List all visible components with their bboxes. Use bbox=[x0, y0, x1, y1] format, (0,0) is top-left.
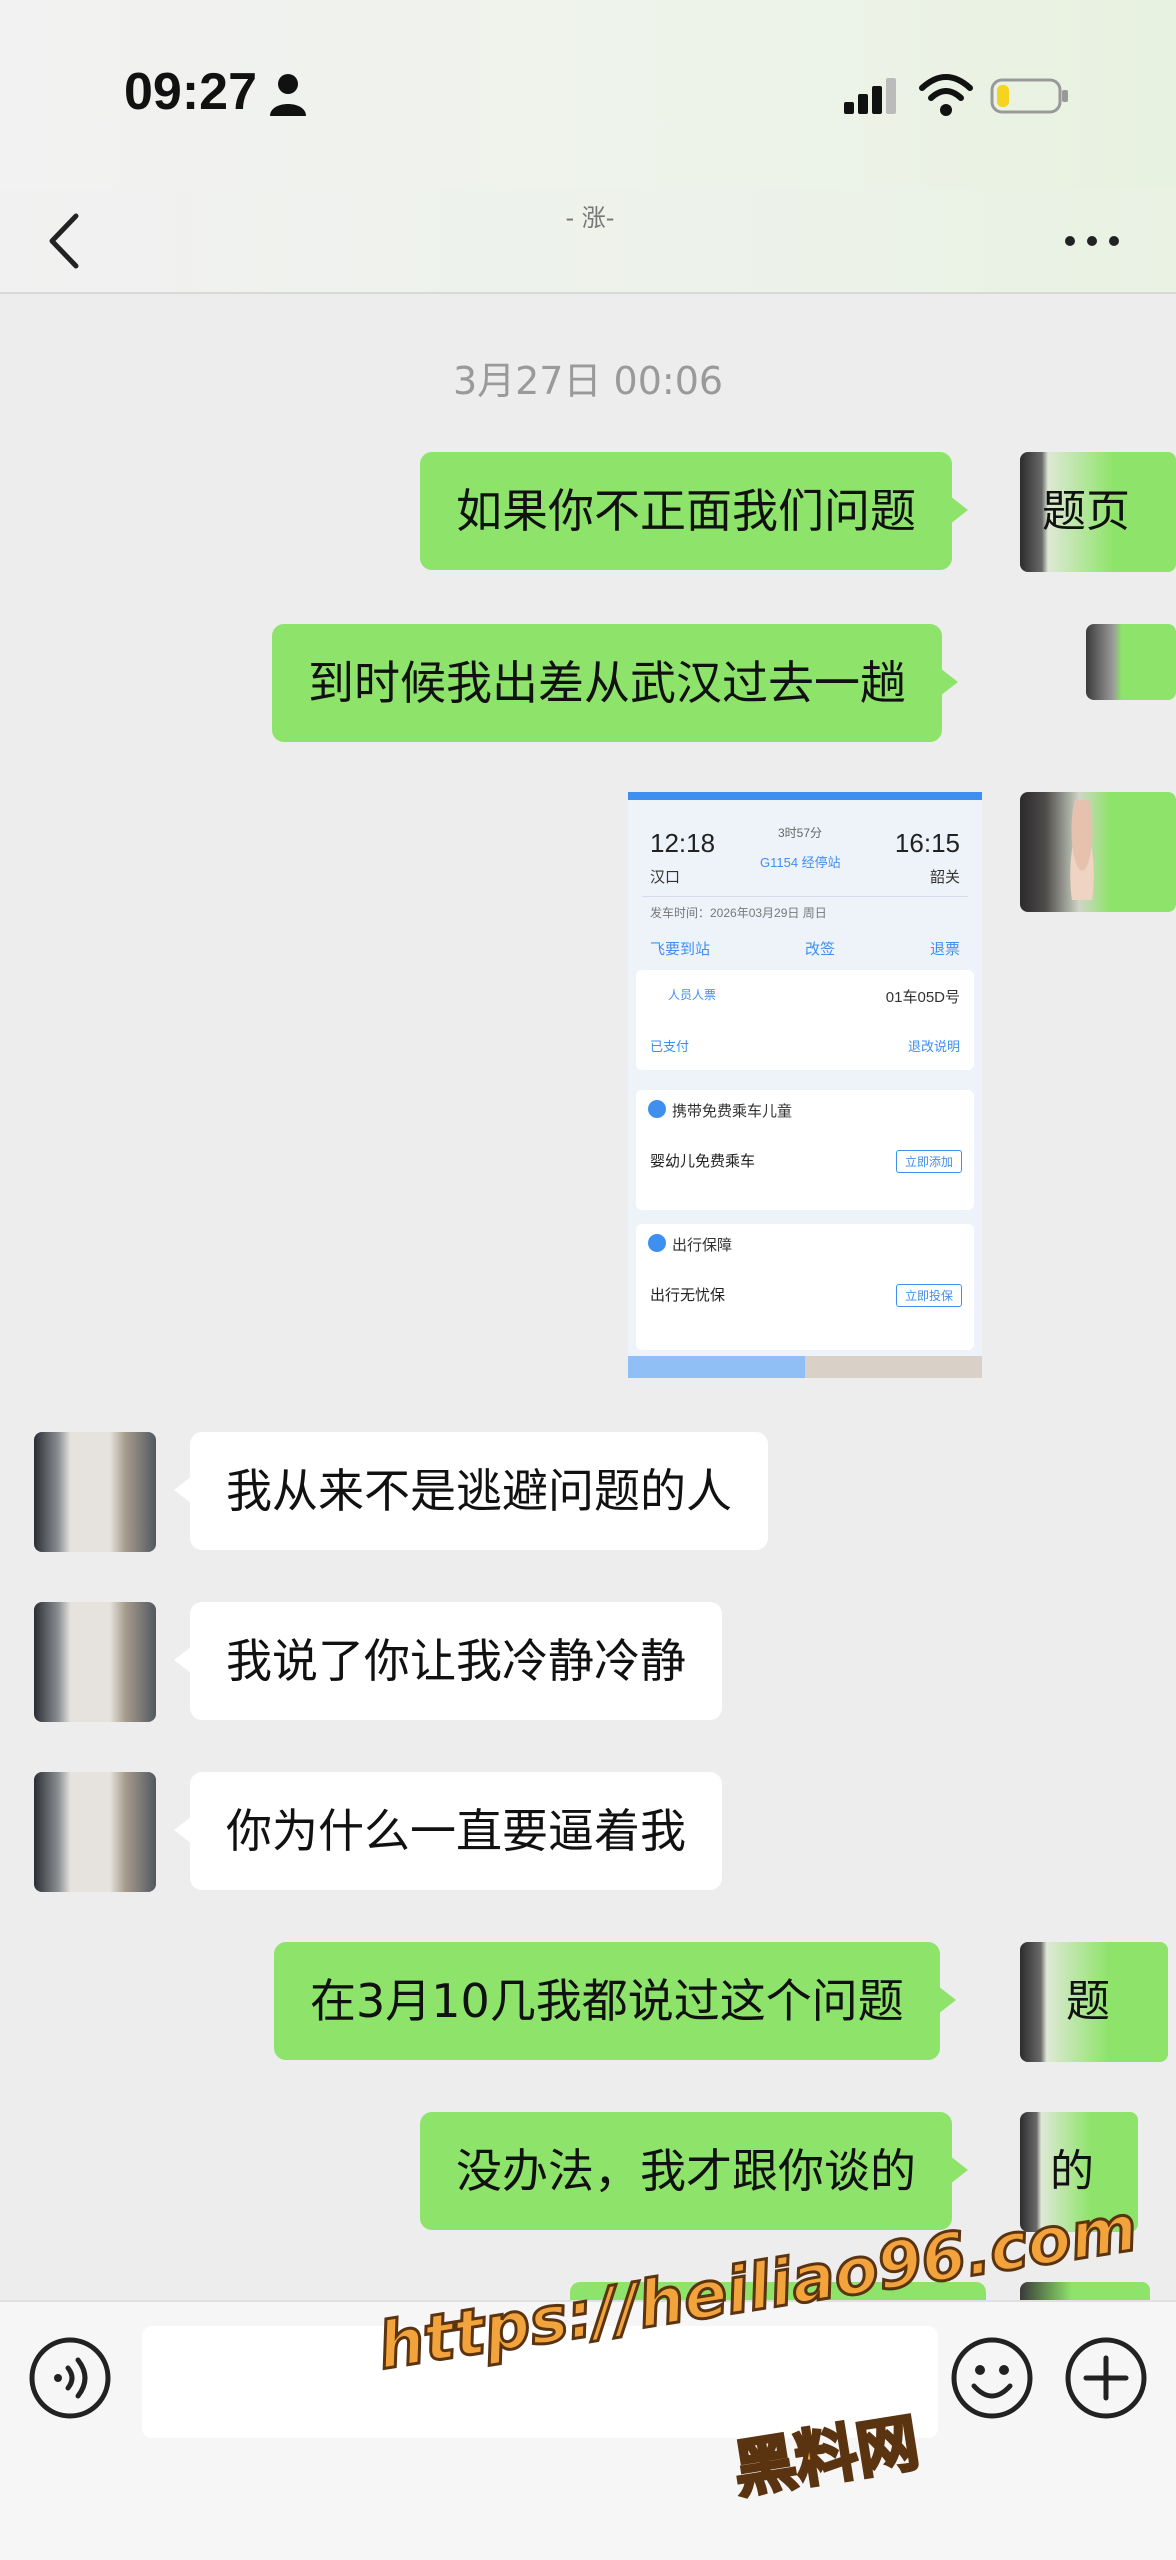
message-timestamp: 3月27日 00:06 bbox=[452, 359, 724, 403]
wifi-icon bbox=[919, 74, 973, 116]
ticket-section-child: 携带免费乘车儿童 bbox=[672, 1103, 793, 1120]
avatar[interactable] bbox=[34, 1772, 156, 1892]
message-bubble-sent[interactable]: 到时候我出差从武汉过去一趟 bbox=[272, 624, 958, 742]
message-bubble-sent[interactable]: 如果你不正面我们问题 bbox=[420, 452, 968, 570]
image-message[interactable]: 12:18 3时57分 G1154 经停站 16:15 汉口 韶关 发车时间：2… bbox=[628, 792, 982, 1378]
message-bubble-received[interactable]: 我从来不是逃避问题的人 bbox=[174, 1432, 768, 1550]
ticket-from-station: 汉口 bbox=[650, 869, 681, 886]
message-bubble-received[interactable]: 我说了你让我冷静冷静 bbox=[174, 1602, 722, 1720]
ticket-actions: 飞要到站 改签 退票 bbox=[650, 938, 960, 959]
battery-icon bbox=[990, 78, 1068, 114]
divider bbox=[642, 896, 968, 897]
voice-icon[interactable] bbox=[28, 2336, 112, 2420]
signal-icon bbox=[844, 78, 896, 114]
avatar-fragment: 题页 bbox=[1042, 486, 1130, 537]
ticket-action: 飞要到站 bbox=[650, 941, 711, 958]
avatar-fragment: 题 bbox=[1066, 1976, 1110, 2027]
message-bubble-sent[interactable]: 没办法，我才跟你谈的 bbox=[420, 2112, 968, 2230]
status-time: 09:27 bbox=[124, 63, 257, 121]
avatar[interactable]: 题页 bbox=[1020, 452, 1176, 572]
ticket-refund-rules: 退改说明 bbox=[907, 1039, 960, 1054]
ticket-seat: 01车05D号 bbox=[885, 989, 960, 1006]
more-dots-icon[interactable] bbox=[1060, 226, 1124, 256]
status-bar: 09:27 bbox=[0, 0, 1176, 190]
ticket-action: 改签 bbox=[804, 941, 835, 958]
insurance-section-icon bbox=[648, 1234, 666, 1252]
ticket-child-item: 婴幼儿免费乘车 bbox=[650, 1153, 756, 1170]
message-bubble-received[interactable]: 你为什么一直要逼着我 bbox=[174, 1772, 722, 1890]
child-section-icon bbox=[648, 1100, 666, 1118]
ticket-duration: 3时57分 bbox=[778, 826, 823, 840]
avatar-figure bbox=[1064, 800, 1100, 900]
ticket-passenger: 人员人票 bbox=[668, 988, 717, 1002]
ticket-passenger-card bbox=[636, 970, 974, 1070]
message-bubble-sent[interactable]: 在3月10几我都说过这个问题 bbox=[274, 1942, 956, 2060]
ticket-paid: 已支付 bbox=[650, 1039, 690, 1054]
avatar[interactable] bbox=[34, 1432, 156, 1552]
ticket-section-insurance: 出行保障 bbox=[672, 1237, 733, 1254]
person-icon bbox=[270, 74, 306, 116]
ticket-arrival-time: 16:15 bbox=[894, 828, 960, 858]
avatar[interactable] bbox=[34, 1602, 156, 1722]
avatar[interactable] bbox=[1020, 792, 1176, 912]
chevron-left-icon[interactable] bbox=[44, 210, 84, 272]
ticket-bottom-bar bbox=[628, 1356, 982, 1378]
ticket-to-station: 韶关 bbox=[929, 869, 960, 886]
avatar[interactable] bbox=[1086, 624, 1176, 700]
ticket-train: G1154 经停站 bbox=[760, 855, 841, 870]
ticket-insurance-button: 立即投保 bbox=[895, 1284, 962, 1307]
plus-icon[interactable] bbox=[1064, 2336, 1148, 2420]
ticket-child-button: 立即添加 bbox=[895, 1150, 962, 1173]
chat-nav-bar: - 涨- bbox=[0, 190, 1176, 294]
ticket-insurance-item: 出行无忧保 bbox=[650, 1287, 726, 1304]
ticket-departure-time: 12:18 bbox=[650, 828, 716, 858]
avatar[interactable]: 题 bbox=[1020, 1942, 1168, 2062]
ticket-depart-line: 发车时间：2026年03月29日 周日 bbox=[650, 906, 827, 920]
ticket-action: 退票 bbox=[929, 941, 960, 958]
chat-title: - 涨- bbox=[565, 204, 615, 228]
